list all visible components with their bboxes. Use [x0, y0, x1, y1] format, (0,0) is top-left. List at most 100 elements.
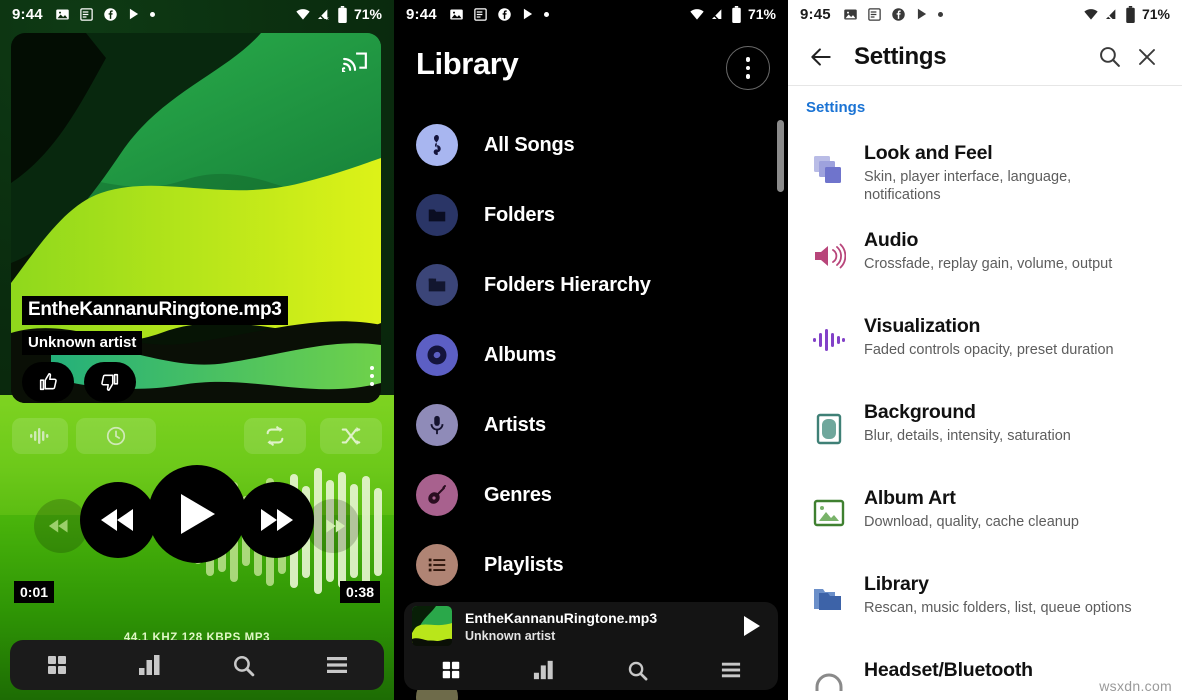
- nav-item-equalizer[interactable]: [498, 650, 592, 690]
- search-icon: [234, 655, 255, 676]
- nav-item-menu[interactable]: [685, 650, 779, 690]
- list-item[interactable]: Albums: [394, 320, 788, 390]
- scrollbar-thumb[interactable]: [777, 120, 784, 192]
- menu-icon: [722, 662, 741, 678]
- settings-item-title: Look and Feel: [864, 142, 993, 164]
- elapsed-time: 0:01: [14, 581, 55, 603]
- list-item-label: Genres: [484, 483, 552, 506]
- list-item[interactable]: Folders: [394, 180, 788, 250]
- back-button[interactable]: [804, 40, 838, 74]
- three-panel-screenshot: 9:44 x 71% EntheKannanuRingtone.mp3 Unkn…: [0, 0, 1182, 700]
- bottom-nav-player: [10, 640, 384, 690]
- fast-forward-icon: [261, 509, 293, 531]
- equalizer-button[interactable]: [12, 418, 68, 454]
- cast-icon[interactable]: [342, 46, 368, 72]
- list-item-label: Albums: [484, 343, 557, 366]
- repeat-icon: [266, 426, 284, 446]
- list-item[interactable]: Folders Hierarchy: [394, 250, 788, 320]
- play-store-icon: [917, 8, 926, 20]
- search-button[interactable]: [1090, 38, 1128, 76]
- nav-item-search[interactable]: [591, 650, 685, 690]
- battery-icon: [732, 5, 741, 23]
- list-item[interactable]: Artists: [394, 390, 788, 460]
- list-item-label: Artists: [484, 413, 546, 436]
- page-title: Library: [416, 46, 519, 81]
- battery-percent: 71%: [1141, 6, 1170, 22]
- play-store-icon: [523, 8, 532, 20]
- duration-time: 0:38: [339, 581, 380, 603]
- mini-player-text: EntheKannanuRingtone.mp3 Unknown artist: [465, 610, 732, 643]
- status-notification-icons: [55, 7, 155, 22]
- settings-item-album-art[interactable]: Album Art Download, quality, cache clean…: [788, 475, 1182, 561]
- signal-off-icon: [711, 9, 722, 20]
- track-overflow-button[interactable]: [370, 366, 374, 386]
- settings-item-text: Album Art Download, quality, cache clean…: [864, 487, 1079, 531]
- play-button[interactable]: [148, 465, 246, 563]
- panel-library: 9:44 71% Library All Songs Folders Folde…: [394, 0, 788, 700]
- folder-blue-icon: [806, 573, 852, 613]
- settings-item-title: Background: [864, 400, 976, 423]
- panel-player: 9:44 x 71% EntheKannanuRingtone.mp3 Unkn…: [0, 0, 394, 700]
- settings-list: Look and Feel Skin, player interface, la…: [788, 130, 1182, 700]
- shuffle-button[interactable]: [320, 418, 382, 454]
- mini-play-button[interactable]: [732, 615, 772, 637]
- settings-item-text: Visualization Faded controls opacity, pr…: [864, 315, 1114, 359]
- settings-item-visualization[interactable]: Visualization Faded controls opacity, pr…: [788, 303, 1182, 389]
- status-system-icons: 71%: [1083, 5, 1170, 23]
- list-item[interactable]: Playlists: [394, 530, 788, 600]
- image-icon: [844, 9, 857, 19]
- nav-item-equalizer[interactable]: [104, 640, 198, 690]
- facebook-icon: [498, 7, 511, 21]
- close-button[interactable]: [1128, 38, 1166, 76]
- settings-item-look-and-feel[interactable]: Look and Feel Skin, player interface, la…: [788, 130, 1182, 217]
- settings-item-text: Look and Feel Skin, player interface, la…: [864, 142, 1138, 205]
- mini-track-title: EntheKannanuRingtone.mp3: [465, 609, 658, 626]
- panel-settings: 9:45 71% Settings Settings Look and Feel…: [788, 0, 1182, 700]
- settings-appbar: Settings: [788, 28, 1182, 86]
- next-track-button[interactable]: [306, 499, 360, 553]
- settings-item-title: Library: [864, 572, 929, 595]
- sleep-timer-icon: [106, 426, 126, 446]
- nav-item-menu[interactable]: [291, 640, 385, 690]
- next-track-icon: [326, 519, 346, 533]
- grid-icon: [442, 661, 459, 679]
- page-title: Settings: [854, 42, 947, 70]
- mini-player-track[interactable]: EntheKannanuRingtone.mp3 Unknown artist: [404, 602, 778, 650]
- nav-item-search[interactable]: [197, 640, 291, 690]
- rewind-button[interactable]: [80, 482, 156, 558]
- status-time: 9:44: [406, 5, 437, 23]
- list-item[interactable]: Genres: [394, 460, 788, 530]
- status-bar: 9:44 x 71%: [0, 0, 394, 28]
- signal-off-icon: x: [317, 9, 329, 22]
- nav-item-library[interactable]: [404, 650, 498, 690]
- settings-item-audio[interactable]: Audio Crossfade, replay gain, volume, ou…: [788, 217, 1182, 303]
- thumb-down-button[interactable]: [84, 362, 136, 402]
- image-frame-icon: [806, 401, 852, 445]
- thumb-up-button[interactable]: [22, 362, 74, 402]
- status-notification-icons: [843, 7, 943, 22]
- fast-forward-button[interactable]: [238, 482, 314, 558]
- battery-percent: 71%: [747, 6, 776, 22]
- dot-icon: [937, 11, 943, 17]
- grid-icon: [47, 656, 66, 674]
- player-utility-row: [10, 418, 384, 454]
- list-item-label: Folders: [484, 203, 555, 226]
- settings-item-library[interactable]: Library Rescan, music folders, list, que…: [788, 561, 1182, 647]
- library-overflow-button[interactable]: [726, 46, 770, 90]
- dot-icon: [543, 11, 549, 17]
- status-notification-icons: [449, 7, 549, 22]
- list-item[interactable]: All Songs: [394, 110, 788, 180]
- status-bar: 9:44 71%: [394, 0, 788, 28]
- settings-item-subtitle: Rescan, music folders, list, queue optio…: [864, 599, 1132, 616]
- sleep-timer-button[interactable]: [76, 418, 156, 454]
- status-system-icons: 71%: [689, 5, 776, 23]
- nav-item-library[interactable]: [10, 640, 104, 690]
- bottom-nav-library: [404, 650, 778, 690]
- settings-item-subtitle: Blur, details, intensity, saturation: [864, 427, 1071, 444]
- close-icon: [1139, 48, 1155, 65]
- repeat-button[interactable]: [244, 418, 306, 454]
- settings-item-background[interactable]: Background Blur, details, intensity, sat…: [788, 389, 1182, 475]
- equalizer-bars-icon: [534, 660, 553, 680]
- status-bar: 9:45 71%: [788, 0, 1182, 28]
- settings-item-subtitle: Skin, player interface, language, notifi…: [864, 169, 1072, 204]
